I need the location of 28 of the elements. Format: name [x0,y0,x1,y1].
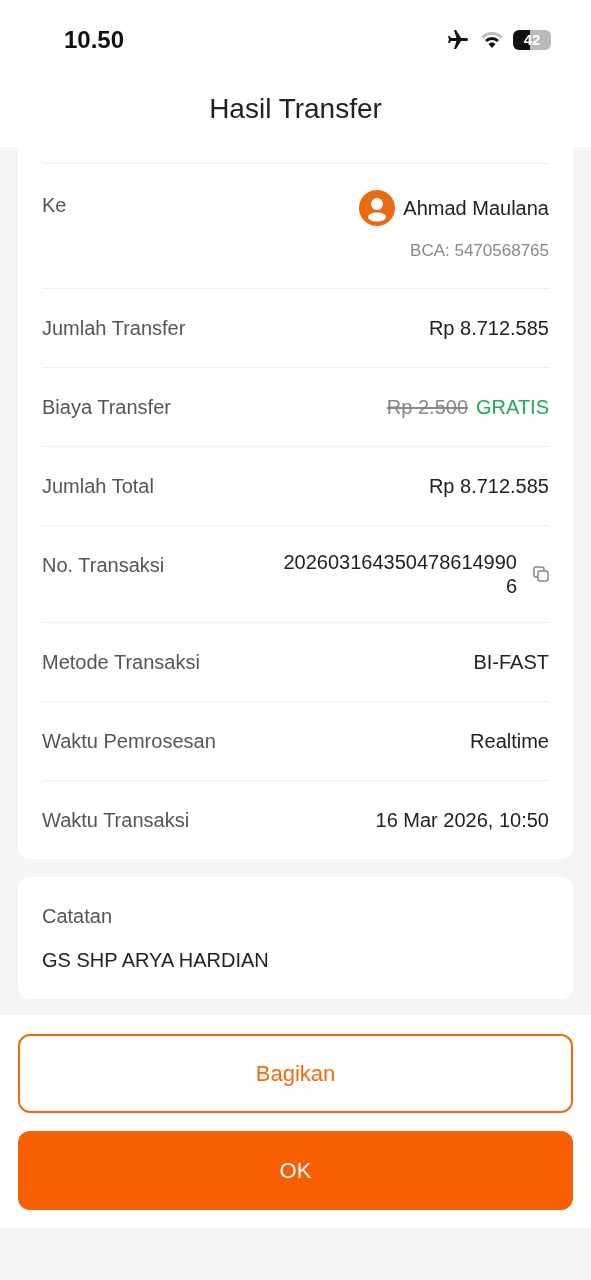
detail-value: 2026031643504786149906 [282,549,517,598]
note-label: Catatan [42,903,114,929]
detail-label: Jumlah Transfer [42,315,186,341]
page-title: Hasil Transfer [209,93,382,124]
action-button[interactable]: Bagikan [18,1034,573,1113]
detail-label: Waktu Pemrosesan [42,728,216,754]
detail-label: Waktu Transaksi [42,807,190,833]
original-fee: Rp 2.500 [386,394,469,420]
detail-label: Ke [42,193,67,218]
action-button[interactable]: OK [18,1131,573,1210]
airplane-icon [445,28,471,52]
detail-value: BI-FAST [473,649,549,675]
detail-value: Rp 8.712.585 [428,315,549,341]
detail-value: Realtime [470,728,549,754]
detail-label: No. Transaksi [42,552,165,578]
detail-value: 16 Mar 2026, 10:50 [375,807,549,833]
detail-label: Metode Transaksi [42,649,200,675]
copy-icon[interactable] [533,565,549,582]
detail-label: Jumlah Total [42,473,154,499]
status-time: 10.50 [64,25,125,55]
detail-label: Biaya Transfer [42,394,171,420]
detail-value: Rp 8.712.585 [428,473,549,499]
free-label: GRATIS [476,394,549,420]
avatar-icon [359,190,396,226]
recipient-name: Ahmad Maulana [403,196,549,221]
wifi-icon [479,30,505,50]
account-number: BCA: 5470568765 [409,240,549,262]
note-text: GS SHP ARYA HARDIAN [42,947,270,973]
